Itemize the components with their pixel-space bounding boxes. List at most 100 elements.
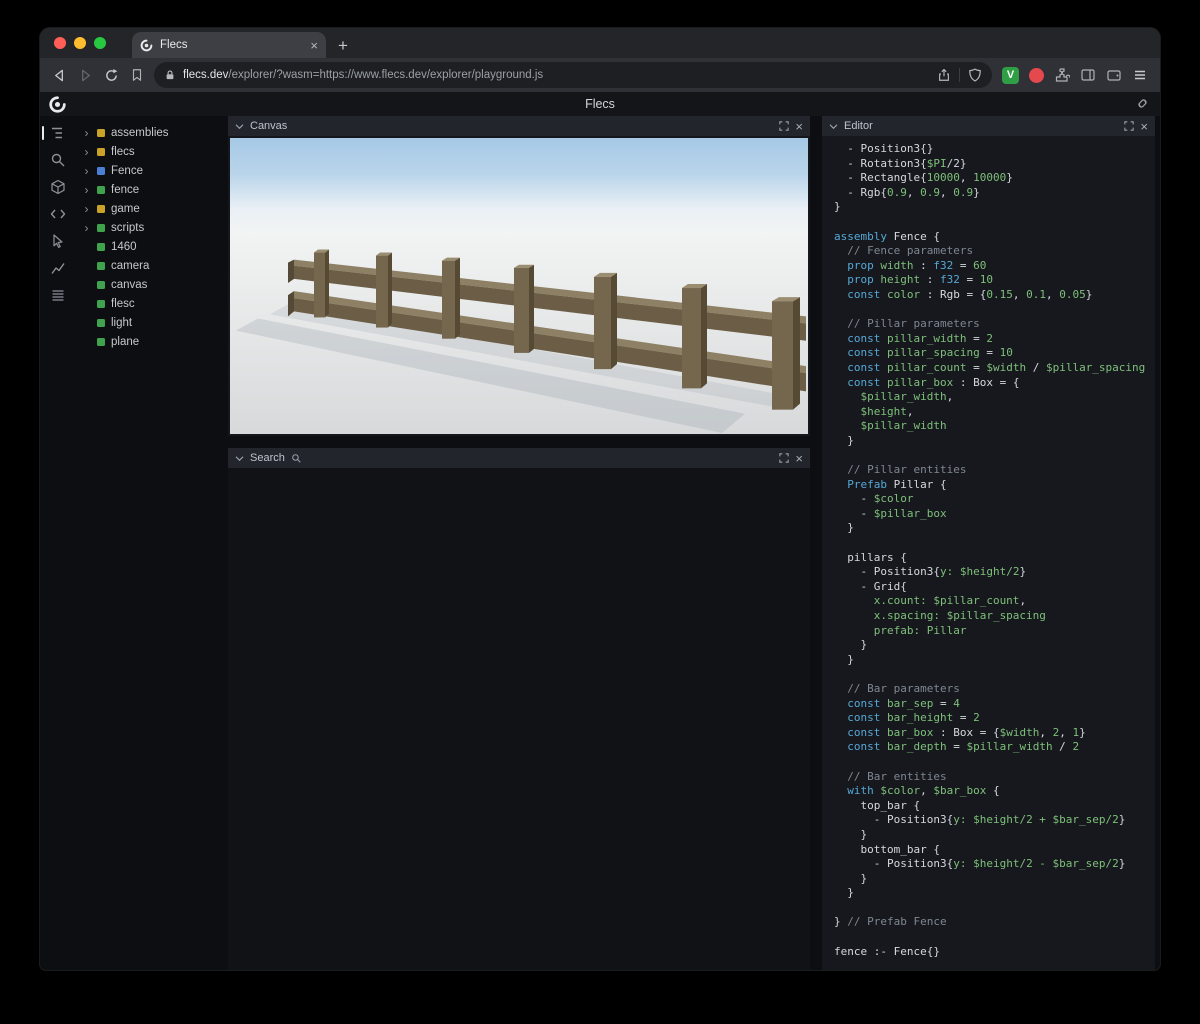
code-line[interactable]: Prefab Pillar { xyxy=(834,478,1155,493)
tree-item-light[interactable]: light xyxy=(76,313,222,332)
bookmark-icon[interactable] xyxy=(128,66,146,84)
close-window-button[interactable] xyxy=(54,37,66,49)
code-line[interactable]: } xyxy=(834,828,1155,843)
chart-icon[interactable] xyxy=(40,259,76,277)
wallet-icon[interactable] xyxy=(1106,67,1122,83)
code-line[interactable]: fence :- Fence{} xyxy=(834,945,1155,960)
code-icon[interactable] xyxy=(40,205,76,223)
code-line[interactable]: - Rgb{0.9, 0.9, 0.9} xyxy=(834,186,1155,201)
code-line[interactable]: with $color, $bar_box { xyxy=(834,784,1155,799)
code-line[interactable]: // Bar parameters xyxy=(834,682,1155,697)
link-icon[interactable] xyxy=(1135,96,1150,111)
menu-icon[interactable] xyxy=(1132,67,1148,83)
expand-arrow-icon[interactable]: › xyxy=(82,146,91,158)
tree-item-scripts[interactable]: ›scripts xyxy=(76,218,222,237)
code-line[interactable]: $pillar_width xyxy=(834,419,1155,434)
code-line[interactable]: x.spacing: $pillar_spacing xyxy=(834,609,1155,624)
minimize-window-button[interactable] xyxy=(74,37,86,49)
code-line[interactable]: } xyxy=(834,434,1155,449)
code-line[interactable]: } xyxy=(834,886,1155,901)
cursor-icon[interactable] xyxy=(40,232,76,250)
sidebar-toggle-icon[interactable] xyxy=(1080,67,1096,83)
expand-panel-icon[interactable] xyxy=(779,453,789,463)
expand-arrow-icon[interactable]: › xyxy=(82,165,91,177)
code-line[interactable]: } xyxy=(834,521,1155,536)
code-line[interactable]: bottom_bar { xyxy=(834,843,1155,858)
expand-arrow-icon[interactable]: › xyxy=(82,203,91,215)
tree-item-fence[interactable]: ›fence xyxy=(76,180,222,199)
code-line[interactable]: } xyxy=(834,200,1155,215)
code-line[interactable]: - $pillar_box xyxy=(834,507,1155,522)
collapse-chevron-icon[interactable] xyxy=(235,123,244,130)
red-extension-icon[interactable] xyxy=(1029,68,1044,83)
code-line[interactable]: const bar_sep = 4 xyxy=(834,697,1155,712)
flecs-logo[interactable] xyxy=(49,96,66,113)
close-panel-icon[interactable]: × xyxy=(795,120,803,133)
code-line[interactable]: // Pillar parameters xyxy=(834,317,1155,332)
code-line[interactable] xyxy=(834,448,1155,463)
code-line[interactable]: - Position3{y: $height/2} xyxy=(834,565,1155,580)
code-line[interactable]: - Position3{y: $height/2 + $bar_sep/2} xyxy=(834,813,1155,828)
code-line[interactable]: } xyxy=(834,653,1155,668)
tree-item-Fence[interactable]: ›Fence xyxy=(76,161,222,180)
code-line[interactable]: $pillar_width, xyxy=(834,390,1155,405)
code-line[interactable]: top_bar { xyxy=(834,799,1155,814)
editor-code[interactable]: - Position3{} - Rotation3{$PI/2} - Recta… xyxy=(822,136,1155,970)
code-line[interactable] xyxy=(834,755,1155,770)
tree-icon[interactable] xyxy=(40,124,76,142)
expand-arrow-icon[interactable]: › xyxy=(82,184,91,196)
code-line[interactable]: } // Prefab Fence xyxy=(834,915,1155,930)
reload-button[interactable] xyxy=(102,66,120,84)
back-button[interactable] xyxy=(50,66,68,84)
code-line[interactable]: const bar_height = 2 xyxy=(834,711,1155,726)
search-panel-body[interactable] xyxy=(228,468,810,970)
expand-arrow-icon[interactable]: › xyxy=(82,222,91,234)
close-panel-icon[interactable]: × xyxy=(1140,120,1148,133)
new-tab-button[interactable]: + xyxy=(338,37,348,54)
tree-item-camera[interactable]: camera xyxy=(76,256,222,275)
code-line[interactable]: - Position3{y: $height/2 - $bar_sep/2} xyxy=(834,857,1155,872)
editor-panel-header[interactable]: Editor × xyxy=(822,116,1155,136)
code-line[interactable]: prefab: Pillar xyxy=(834,624,1155,639)
code-line[interactable]: } xyxy=(834,638,1155,653)
code-line[interactable]: pillars { xyxy=(834,551,1155,566)
code-line[interactable] xyxy=(834,667,1155,682)
collapse-chevron-icon[interactable] xyxy=(235,455,244,462)
canvas-panel-header[interactable]: Canvas × xyxy=(228,116,810,136)
v-extension-icon[interactable]: V xyxy=(1002,67,1019,84)
code-line[interactable]: x.count: $pillar_count, xyxy=(834,594,1155,609)
browser-tab[interactable]: Flecs × xyxy=(132,32,326,58)
tree-item-flesc[interactable]: flesc xyxy=(76,294,222,313)
code-line[interactable]: // Fence parameters xyxy=(834,244,1155,259)
cube-icon[interactable] xyxy=(40,178,76,196)
code-line[interactable]: const pillar_width = 2 xyxy=(834,332,1155,347)
code-line[interactable]: const color : Rgb = {0.15, 0.1, 0.05} xyxy=(834,288,1155,303)
expand-panel-icon[interactable] xyxy=(779,121,789,131)
address-bar[interactable]: flecs.dev/explorer/?wasm=https://www.fle… xyxy=(154,62,992,88)
code-line[interactable]: // Pillar entities xyxy=(834,463,1155,478)
code-line[interactable] xyxy=(834,901,1155,916)
code-line[interactable]: // Bar entities xyxy=(834,770,1155,785)
brave-shields-icon[interactable] xyxy=(968,68,982,82)
code-line[interactable]: - Position3{} xyxy=(834,142,1155,157)
code-line[interactable]: prop width : f32 = 60 xyxy=(834,259,1155,274)
code-line[interactable]: - Grid{ xyxy=(834,580,1155,595)
code-line[interactable]: const pillar_box : Box = { xyxy=(834,376,1155,391)
search-icon[interactable] xyxy=(40,151,76,169)
tree-item-game[interactable]: ›game xyxy=(76,199,222,218)
share-icon[interactable] xyxy=(937,68,951,82)
canvas-3d-viewport[interactable] xyxy=(230,138,808,434)
code-line[interactable] xyxy=(834,930,1155,945)
tree-item-plane[interactable]: plane xyxy=(76,332,222,351)
puzzle-extensions-icon[interactable] xyxy=(1054,67,1070,83)
collapse-chevron-icon[interactable] xyxy=(829,123,838,130)
code-line[interactable]: const bar_box : Box = {$width, 2, 1} xyxy=(834,726,1155,741)
code-line[interactable]: assembly Fence { xyxy=(834,230,1155,245)
code-line[interactable]: - Rotation3{$PI/2} xyxy=(834,157,1155,172)
expand-panel-icon[interactable] xyxy=(1124,121,1134,131)
tree-item-flecs[interactable]: ›flecs xyxy=(76,142,222,161)
code-line[interactable]: } xyxy=(834,872,1155,887)
url-text[interactable]: flecs.dev/explorer/?wasm=https://www.fle… xyxy=(183,69,930,81)
code-line[interactable]: - Rectangle{10000, 10000} xyxy=(834,171,1155,186)
forward-button[interactable] xyxy=(76,66,94,84)
